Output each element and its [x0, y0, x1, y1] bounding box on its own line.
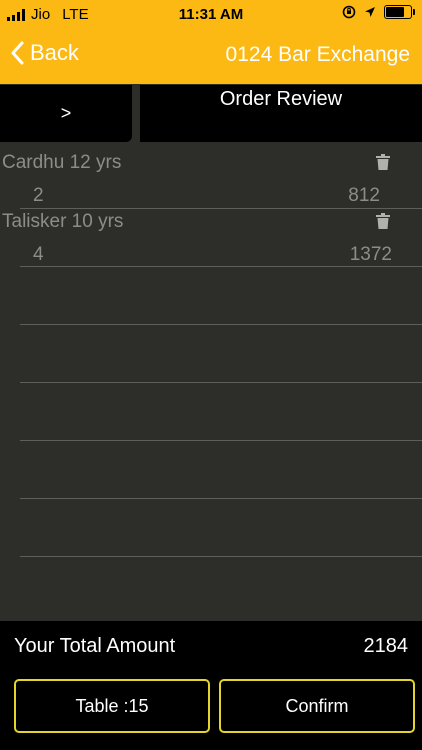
bottom-bar: Table :15 Confirm: [0, 671, 422, 750]
row-divider: [20, 266, 422, 267]
status-right: [342, 5, 415, 19]
row-divider: [20, 324, 422, 325]
row-divider: [20, 556, 422, 557]
row-divider: [20, 498, 422, 499]
item-amount: 1372: [349, 244, 392, 265]
confirm-button-label: Confirm: [285, 695, 349, 716]
trash-icon[interactable]: [376, 154, 390, 170]
total-label: Your Total Amount: [14, 635, 176, 657]
total-bar: Your Total Amount 2184: [0, 621, 422, 671]
row-divider: [20, 208, 422, 209]
total-value: 2184: [363, 635, 409, 657]
item-amount: 812: [348, 185, 380, 206]
table-button-label: Table :15: [75, 695, 149, 716]
location-arrow-icon: [365, 7, 375, 17]
item-quantity: 2: [33, 185, 44, 206]
segment-left-button[interactable]: >: [0, 85, 132, 142]
segment-right-label: Order Review: [219, 88, 343, 110]
trash-icon[interactable]: [376, 213, 390, 229]
chevron-left-icon: [11, 41, 24, 65]
back-button[interactable]: Back: [10, 40, 79, 66]
item-name: Talisker 10 yrs: [2, 211, 124, 232]
back-label: Back: [30, 40, 79, 65]
row-divider: [20, 382, 422, 383]
confirm-button[interactable]: Confirm: [219, 679, 415, 733]
battery-icon: [384, 5, 415, 19]
row-divider: [20, 440, 422, 441]
status-bar: Jio LTE 11:31 AM: [0, 0, 422, 28]
segment-order-review[interactable]: Order Review: [140, 85, 422, 142]
orientation-lock-icon: [342, 5, 356, 19]
item-name: Cardhu 12 yrs: [2, 152, 122, 173]
page-title: 0124 Bar Exchange: [225, 43, 410, 66]
nav-bar: Back 0124 Bar Exchange: [0, 28, 422, 84]
segment-left-label: >: [60, 103, 72, 123]
item-quantity: 4: [33, 244, 44, 265]
table-button[interactable]: Table :15: [14, 679, 210, 733]
